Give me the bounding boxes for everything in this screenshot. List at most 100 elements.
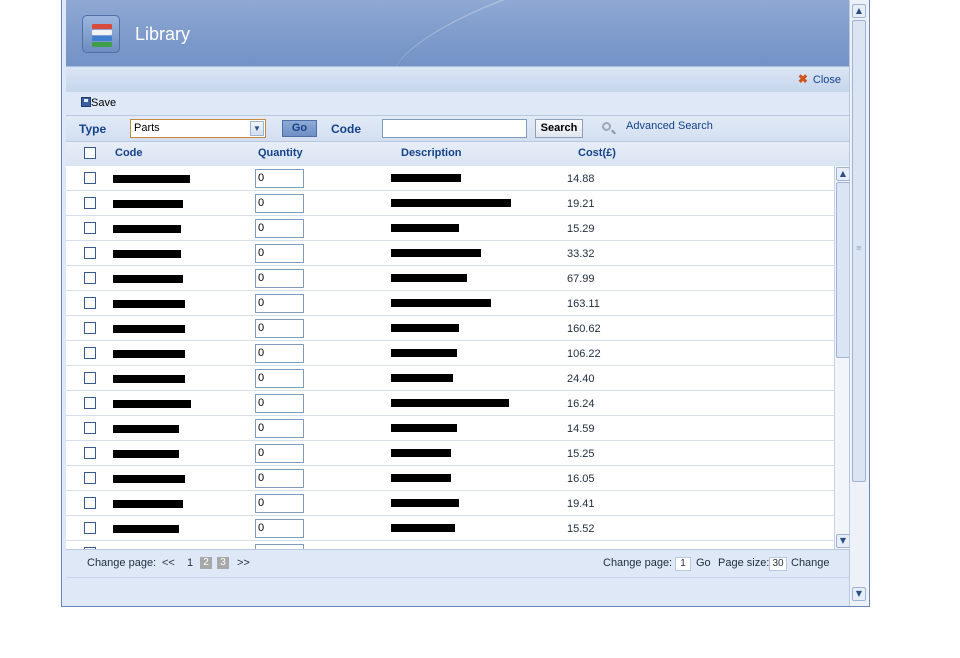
redacted-description bbox=[391, 174, 461, 182]
row-checkbox[interactable] bbox=[84, 172, 96, 184]
quantity-input[interactable]: 0 bbox=[255, 369, 304, 388]
quantity-input[interactable]: 0 bbox=[255, 294, 304, 313]
page-go-link[interactable]: Go bbox=[696, 557, 711, 569]
chevron-down-icon[interactable]: ▼ bbox=[836, 534, 850, 548]
row-checkbox[interactable] bbox=[84, 347, 96, 359]
table-row: 0 15.52 bbox=[66, 516, 834, 541]
cost-value: 16.24 bbox=[567, 398, 595, 410]
column-header-description[interactable]: Description bbox=[401, 147, 462, 159]
close-button[interactable]: ✖ Close bbox=[798, 72, 841, 86]
go-button[interactable]: Go bbox=[282, 120, 317, 137]
table-row: 0 160.62 bbox=[66, 316, 834, 341]
dialog-scrollbar-thumb[interactable]: ≡ bbox=[852, 20, 866, 482]
cost-value: 19.41 bbox=[567, 498, 595, 510]
code-input[interactable] bbox=[382, 119, 527, 138]
filter-bar: Type Parts ▼ Go Code Search Advanced Sea… bbox=[66, 116, 849, 142]
table-row: 0 16.05 bbox=[66, 466, 834, 491]
page-link-2[interactable]: 2 bbox=[200, 557, 212, 569]
column-header-cost[interactable]: Cost(£) bbox=[578, 147, 616, 159]
advanced-search-link[interactable]: Advanced Search bbox=[626, 120, 713, 132]
row-checkbox[interactable] bbox=[84, 522, 96, 534]
redacted-code bbox=[113, 225, 181, 233]
quantity-input[interactable]: 0 bbox=[255, 169, 304, 188]
page-size-input[interactable]: 30 bbox=[769, 557, 787, 571]
cost-value: 15.52 bbox=[567, 523, 595, 535]
row-checkbox[interactable] bbox=[84, 397, 96, 409]
page-size-label: Page size: bbox=[718, 557, 770, 569]
save-button[interactable]: Save bbox=[81, 97, 116, 109]
column-header-code[interactable]: Code bbox=[115, 147, 143, 159]
redacted-description bbox=[391, 424, 457, 432]
redacted-description bbox=[391, 474, 451, 482]
row-checkbox[interactable] bbox=[84, 247, 96, 259]
quantity-input[interactable]: 0 bbox=[255, 344, 304, 363]
row-checkbox[interactable] bbox=[84, 197, 96, 209]
row-checkbox[interactable] bbox=[84, 422, 96, 434]
chevron-up-icon[interactable]: ▲ bbox=[852, 4, 866, 18]
quantity-input[interactable]: 0 bbox=[255, 419, 304, 438]
save-label: Save bbox=[91, 97, 117, 109]
cost-value: 14.59 bbox=[567, 423, 595, 435]
quantity-input[interactable]: 0 bbox=[255, 194, 304, 213]
first-page-link[interactable]: << bbox=[162, 557, 175, 569]
table-row: 0 15.29 bbox=[66, 216, 834, 241]
close-bar: ✖ Close bbox=[66, 66, 849, 93]
pagination-bar: Change page: << 1 2 3 >> Change page: 1 … bbox=[66, 549, 849, 577]
row-checkbox[interactable] bbox=[84, 447, 96, 459]
quantity-input[interactable]: 0 bbox=[255, 244, 304, 263]
dialog-footer bbox=[66, 577, 849, 605]
quantity-input[interactable]: 0 bbox=[255, 219, 304, 238]
row-checkbox[interactable] bbox=[84, 297, 96, 309]
chevron-up-icon[interactable]: ▲ bbox=[836, 167, 850, 181]
dialog-header: Library bbox=[66, 0, 849, 66]
column-header-quantity[interactable]: Quantity bbox=[258, 147, 303, 159]
quantity-input[interactable]: 0 bbox=[255, 319, 304, 338]
cost-value: 106.22 bbox=[567, 348, 601, 360]
dialog-scrollbar[interactable]: ▲ ≡ ▼ bbox=[849, 0, 869, 606]
chevron-down-icon[interactable]: ▼ bbox=[250, 121, 264, 136]
page-link-3[interactable]: 3 bbox=[217, 557, 229, 569]
row-checkbox[interactable] bbox=[84, 322, 96, 334]
select-all-checkbox[interactable] bbox=[84, 147, 96, 159]
grip-icon: ≡ bbox=[856, 244, 862, 252]
dialog-title: Library bbox=[135, 24, 191, 44]
redacted-description bbox=[391, 199, 511, 207]
quantity-input[interactable]: 0 bbox=[255, 444, 304, 463]
magnifier-icon bbox=[602, 122, 611, 131]
type-label: Type bbox=[79, 122, 107, 136]
redacted-description bbox=[391, 324, 459, 332]
library-dialog: Library ✖ Close Save Type Parts ▼ Go Code… bbox=[61, 0, 870, 607]
quantity-input[interactable]: 0 bbox=[255, 494, 304, 513]
last-page-link[interactable]: >> bbox=[237, 557, 250, 569]
redacted-description bbox=[391, 349, 457, 357]
page-number-input[interactable]: 1 bbox=[675, 557, 691, 571]
redacted-description bbox=[391, 399, 509, 407]
row-checkbox[interactable] bbox=[84, 272, 96, 284]
redacted-description bbox=[391, 374, 453, 382]
redacted-description bbox=[391, 524, 455, 532]
floppy-disk-icon bbox=[81, 97, 91, 107]
quantity-input[interactable]: 0 bbox=[255, 519, 304, 538]
redacted-description bbox=[391, 499, 459, 507]
row-checkbox[interactable] bbox=[84, 472, 96, 484]
row-checkbox[interactable] bbox=[84, 372, 96, 384]
redacted-code bbox=[113, 325, 185, 333]
table-row: 0 67.99 bbox=[66, 266, 834, 291]
page-size-change-link[interactable]: Change bbox=[791, 557, 830, 569]
redacted-code bbox=[113, 175, 190, 183]
quantity-input[interactable]: 0 bbox=[255, 394, 304, 413]
quantity-input[interactable]: 0 bbox=[255, 469, 304, 488]
search-button[interactable]: Search bbox=[535, 119, 583, 138]
table-row: 0 14.59 bbox=[66, 416, 834, 441]
chevron-down-icon[interactable]: ▼ bbox=[852, 587, 866, 601]
row-checkbox[interactable] bbox=[84, 497, 96, 509]
table-row: 0 19.21 bbox=[66, 191, 834, 216]
cost-value: 16.05 bbox=[567, 473, 595, 485]
row-checkbox[interactable] bbox=[84, 222, 96, 234]
grid-scrollbar-thumb[interactable] bbox=[836, 182, 850, 358]
quantity-input[interactable]: 0 bbox=[255, 269, 304, 288]
type-select[interactable]: Parts ▼ bbox=[130, 119, 266, 138]
page-link-1[interactable]: 1 bbox=[187, 557, 193, 569]
redacted-code bbox=[113, 375, 185, 383]
redacted-description bbox=[391, 449, 451, 457]
